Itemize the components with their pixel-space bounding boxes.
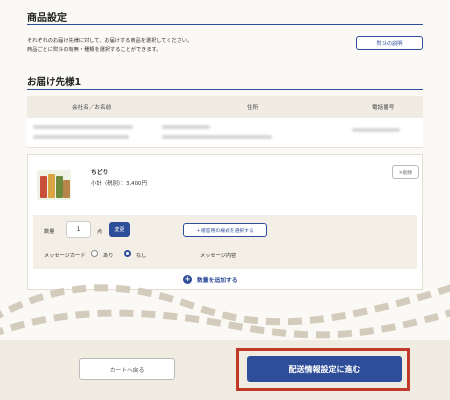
redacted-company <box>33 125 133 129</box>
quantity-input[interactable]: 1 <box>66 221 91 238</box>
message-card-label: メッセージカード <box>44 253 86 259</box>
title-divider <box>27 24 423 25</box>
column-phone: 電話番号 <box>372 105 395 111</box>
quantity-unit: 点 <box>97 229 103 235</box>
message-content-label: メッセージ内容 <box>200 253 237 259</box>
redacted-address-2 <box>162 135 272 139</box>
description-line-1: それぞれのお届け先様に対して、お届けする商品を選択してください。 <box>27 38 193 44</box>
proceed-to-shipping-button[interactable]: 配送情報設定に進む <box>247 356 402 382</box>
product-name: ちどり <box>91 170 109 176</box>
recipient-table-row <box>27 118 423 148</box>
column-address: 住所 <box>247 105 259 111</box>
recipient-divider <box>27 89 423 90</box>
redacted-phone <box>352 128 400 132</box>
redacted-address-1 <box>162 125 210 129</box>
change-button[interactable]: 変更 <box>109 222 130 237</box>
recipient-title: お届け先様1 <box>27 77 82 88</box>
decorative-waves <box>0 284 450 339</box>
gift-form-button[interactable]: ＋贈答用の様式を選択する <box>183 223 267 237</box>
page: 商品設定 それぞれのお届け先様に対して、お届けする商品を選択してください。 商品… <box>0 0 450 400</box>
delete-button[interactable]: ×削除 <box>392 165 419 179</box>
description-line-2: 商品ごとに熨斗の有無・種類を選択することができます。 <box>27 47 162 53</box>
message-card-no-radio[interactable] <box>124 250 131 257</box>
description: それぞれのお届け先様に対して、お届けする商品を選択してください。 商品ごとに熨斗… <box>27 37 327 55</box>
page-title: 商品設定 <box>27 13 67 24</box>
message-card-yes-label: あり <box>103 253 114 259</box>
product-image <box>37 170 71 200</box>
product-subtotal: 小計（税別）：3,400円 <box>91 181 147 187</box>
quantity-label: 数量 <box>44 229 55 235</box>
column-company-name: 会社名／お名前 <box>72 105 112 111</box>
message-card-no-label: なし <box>136 253 147 259</box>
back-to-cart-button[interactable]: カートへ戻る <box>79 358 175 380</box>
recipient-table-header: 会社名／お名前 住所 電話番号 <box>27 96 423 118</box>
noshi-info-button[interactable]: 熨斗の説明 <box>356 36 423 50</box>
message-card-yes-radio[interactable] <box>91 250 98 257</box>
redacted-name <box>33 135 129 139</box>
